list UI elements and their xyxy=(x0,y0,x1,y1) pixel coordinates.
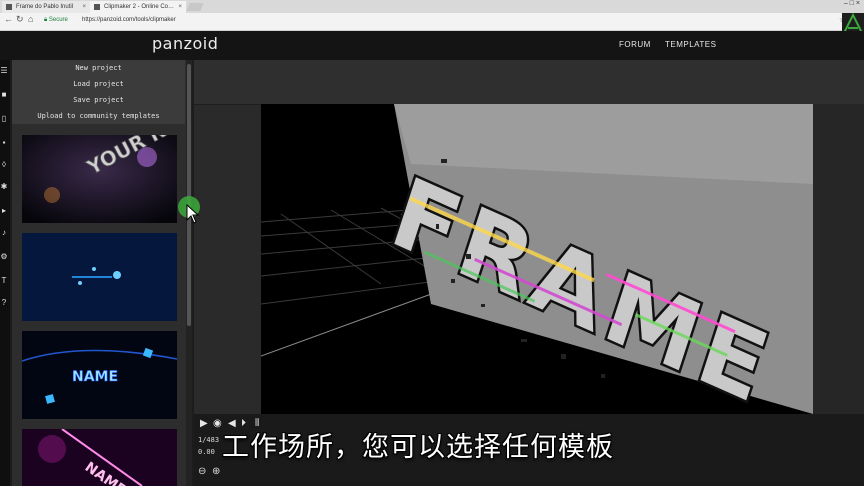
browser-tab-active[interactable]: Clipmaker 2 - Online Co… × xyxy=(90,1,186,13)
new-project-button[interactable]: New project xyxy=(12,60,185,77)
text-tool-icon[interactable]: T xyxy=(0,276,8,285)
scene-preview[interactable]: FRAME xyxy=(261,104,813,414)
time-readout: 0.00 xyxy=(198,448,215,456)
close-tab-icon[interactable]: × xyxy=(82,1,86,13)
template-thumbnail[interactable]: NAME xyxy=(22,331,177,419)
nav-templates[interactable]: TEMPLATES xyxy=(665,40,716,49)
tab-title: Clipmaker 2 - Online Co… xyxy=(104,4,175,10)
tool-strip: ☰ ■ ▯ ▪ ◊ ✱ ▸ ♪ ⚙ T ? xyxy=(0,60,10,486)
panel-scrollbar-thumb[interactable] xyxy=(187,64,191,326)
template-preview: NAME xyxy=(22,429,177,486)
favicon-icon xyxy=(94,4,100,10)
browser-tab[interactable]: Frame do Pablo Inutil × xyxy=(2,1,90,13)
project-tool-icon[interactable]: ■ xyxy=(0,90,8,99)
effects-tool-icon[interactable]: ✱ xyxy=(0,182,8,191)
close-tab-icon[interactable]: × xyxy=(178,1,182,13)
scene-canvas: FRAME xyxy=(261,104,813,414)
nav-forum[interactable]: FORUM xyxy=(619,40,651,49)
layer-tool-icon[interactable]: ▯ xyxy=(0,114,8,123)
video-subtitle: 工作场所，您可以选择任何模板 xyxy=(222,432,614,463)
template-preview: NAME xyxy=(22,331,177,419)
upload-template-button[interactable]: Upload to community templates xyxy=(12,108,185,125)
mouse-cursor-icon xyxy=(186,204,200,224)
settings-tool-icon[interactable]: ⚙ xyxy=(0,252,8,261)
template-thumbnail[interactable] xyxy=(22,233,177,321)
favicon-icon xyxy=(6,4,12,10)
home-icon[interactable]: ⌂ xyxy=(28,14,33,24)
help-tool-icon[interactable]: ? xyxy=(0,298,8,307)
play-icon[interactable]: ▶ xyxy=(200,418,208,429)
tab-title: Frame do Pablo Inutil xyxy=(16,4,74,10)
template-thumbnail[interactable]: NAME xyxy=(22,429,177,486)
frame-counter: 1/483 xyxy=(198,436,220,444)
properties-area xyxy=(813,104,864,414)
template-preview xyxy=(22,233,177,321)
zoom-out-icon[interactable]: ⊖ xyxy=(198,466,206,477)
template-thumbnail[interactable]: YOUR NAME xyxy=(22,135,177,223)
back-icon[interactable]: ← xyxy=(4,14,13,24)
new-tab-button[interactable] xyxy=(186,3,204,11)
secure-indicator[interactable]: 🔒︎ Secure xyxy=(44,17,68,24)
editor-toolbar xyxy=(194,60,864,105)
address-bar: ← ↻ ⌂ 🔒︎ Secure https://panzoid.com/tool… xyxy=(0,13,864,31)
zoom-in-icon[interactable]: ⊕ xyxy=(212,466,220,477)
menu-icon[interactable]: ☰ xyxy=(0,66,8,75)
browser-tab-bar: Frame do Pablo Inutil × Clipmaker 2 - On… xyxy=(0,0,864,13)
template-text: NAME xyxy=(72,369,118,385)
panzoid-logo[interactable]: panzoid xyxy=(152,34,218,53)
object-tool-icon[interactable]: ◊ xyxy=(0,160,8,169)
secure-label: Secure xyxy=(48,17,68,23)
reload-icon[interactable]: ↻ xyxy=(16,14,24,25)
template-preview: YOUR NAME xyxy=(22,135,177,223)
window-controls[interactable]: – □ × xyxy=(844,0,860,7)
load-project-button[interactable]: Load project xyxy=(12,76,185,93)
site-header: panzoid FORUM TEMPLATES xyxy=(0,31,864,60)
camera-tool-icon[interactable]: ▪ xyxy=(0,138,8,147)
save-project-button[interactable]: Save project xyxy=(12,92,185,109)
video-tool-icon[interactable]: ▸ xyxy=(0,206,8,215)
audio-tool-icon[interactable]: ♪ xyxy=(0,228,8,237)
url-field[interactable]: https://panzoid.com/tools/clipmaker xyxy=(82,17,176,23)
visibility-icon[interactable]: ◉ xyxy=(213,418,222,429)
